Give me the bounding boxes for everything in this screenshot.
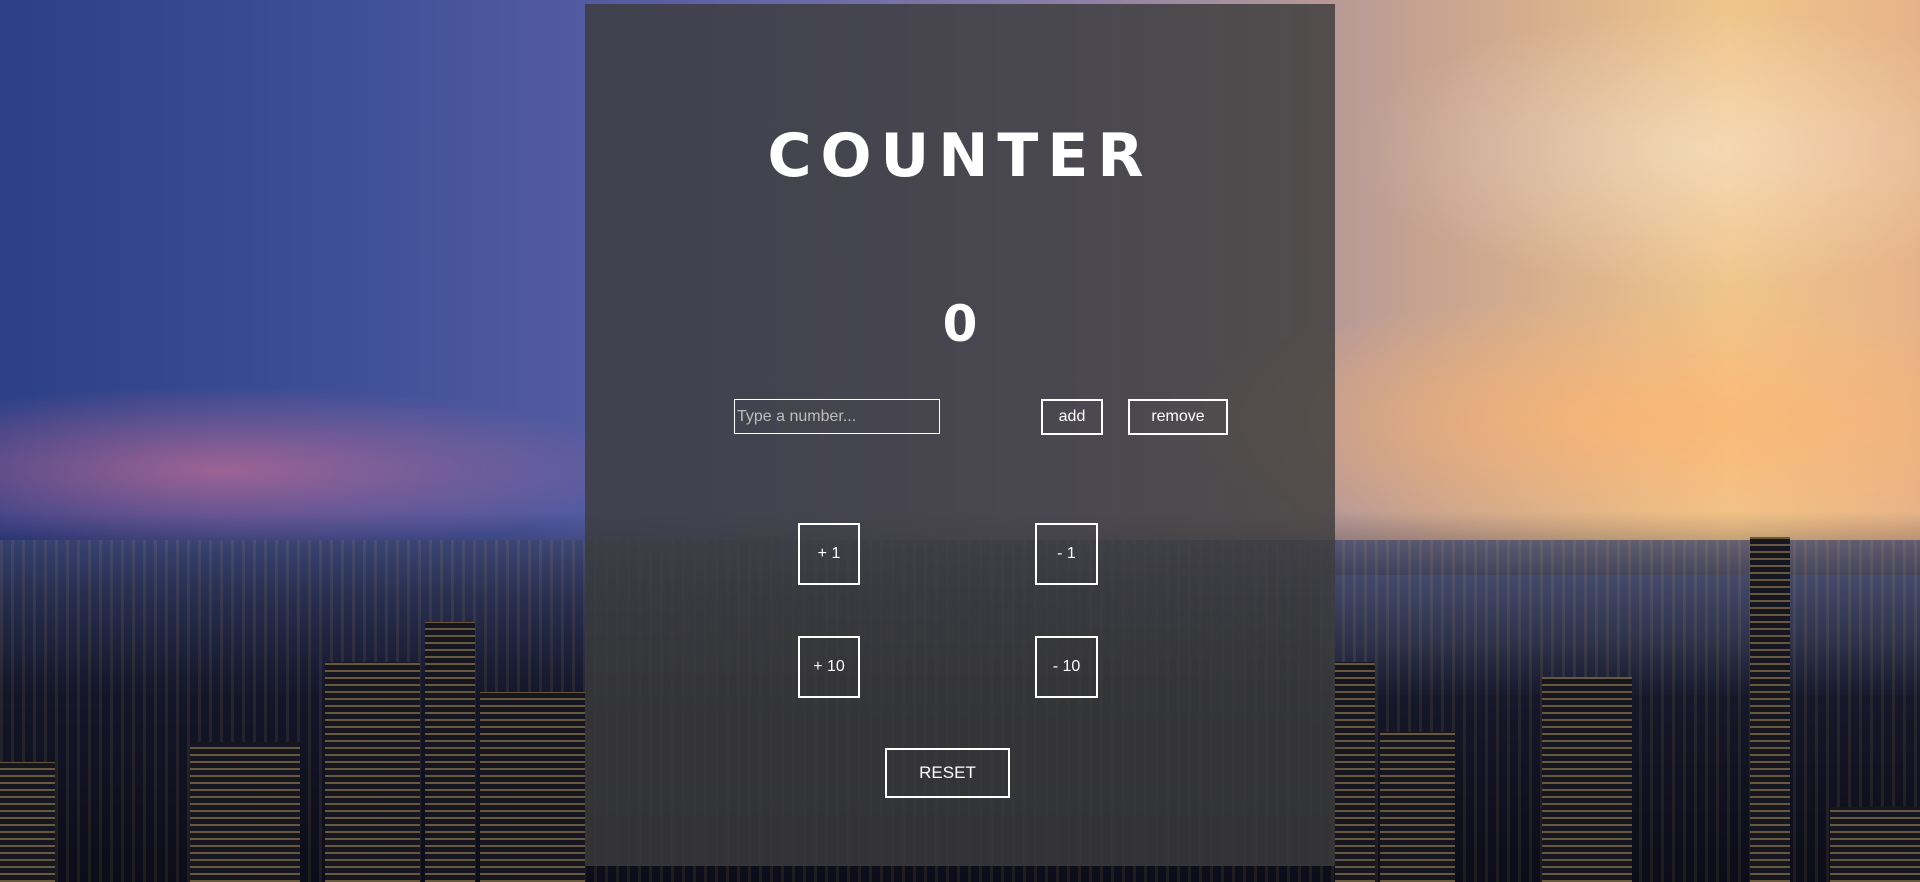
reset-button[interactable]: RESET <box>885 748 1010 798</box>
counter-panel: COUNTER 0 add remove + 1 - 1 + 10 - 10 R… <box>585 4 1335 866</box>
background-building <box>1380 732 1455 882</box>
counter-value: 0 <box>942 295 978 353</box>
increment-one-button[interactable]: + 1 <box>798 523 860 585</box>
page-title: COUNTER <box>767 121 1153 191</box>
background-building <box>190 742 300 882</box>
background-building <box>1335 662 1375 882</box>
background-building <box>325 662 420 882</box>
background-building <box>0 762 55 882</box>
decrement-one-button[interactable]: - 1 <box>1035 523 1098 585</box>
decrement-ten-button[interactable]: - 10 <box>1035 636 1098 698</box>
background-building <box>1830 807 1920 882</box>
number-input[interactable] <box>734 399 940 434</box>
add-button[interactable]: add <box>1041 399 1103 435</box>
background-building <box>425 622 475 882</box>
increment-ten-button[interactable]: + 10 <box>798 636 860 698</box>
remove-button[interactable]: remove <box>1128 399 1228 435</box>
background-building <box>480 692 585 882</box>
background-building <box>1542 677 1632 882</box>
background-building <box>1750 537 1790 882</box>
